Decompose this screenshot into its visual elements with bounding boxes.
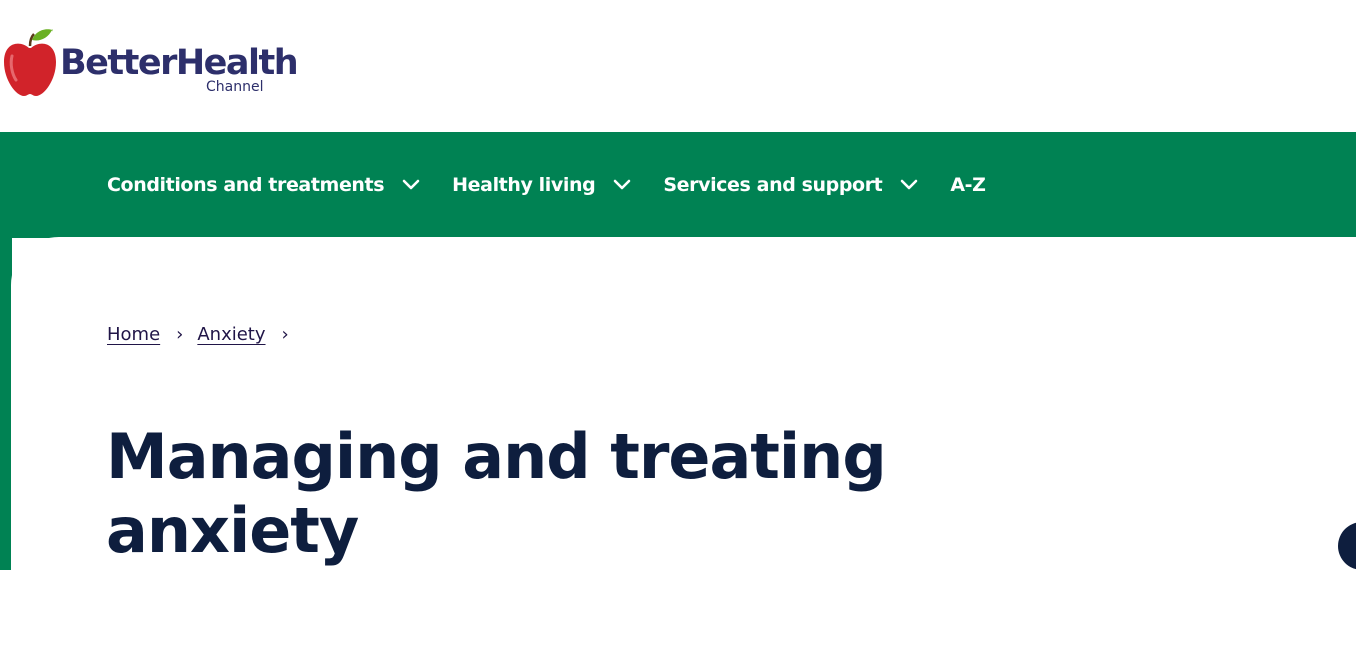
apple-logo-icon: ™ [4,29,56,96]
nav-item-label: Healthy living [452,174,596,196]
chevron-down-icon [901,179,918,190]
nav-items: Conditions and treatments Healthy living… [107,172,986,198]
better-health-logo[interactable]: ™ BetterHealth Channel [2,26,302,100]
breadcrumb: Home › Anxiety › [107,321,303,347]
breadcrumb-home-link[interactable]: Home [107,324,160,345]
logo-wordmark: BetterHealth [60,43,299,83]
svg-text:™: ™ [48,29,54,36]
page-title: Managing and treating anxiety [106,420,887,567]
breadcrumb-separator-icon: › [176,323,184,345]
nav-item-label: A-Z [950,174,986,196]
page-bottom-area [0,570,1356,664]
logo-subtitle: Channel [206,79,264,95]
main-nav: Conditions and treatments Healthy living… [0,132,1356,238]
nav-item-a-z[interactable]: A-Z [950,174,986,196]
nav-item-label: Services and support [663,174,883,196]
nav-item-services-and-support[interactable]: Services and support [663,174,918,196]
breadcrumb-anxiety-link[interactable]: Anxiety [197,324,265,345]
chevron-down-icon [614,179,631,190]
nav-item-label: Conditions and treatments [107,174,385,196]
breadcrumb-separator-icon: › [281,323,289,345]
nav-item-conditions-and-treatments[interactable]: Conditions and treatments [107,174,420,196]
nav-item-healthy-living[interactable]: Healthy living [452,174,631,196]
chevron-down-icon [402,179,420,190]
site-header: ™ BetterHealth Channel [0,0,1356,132]
